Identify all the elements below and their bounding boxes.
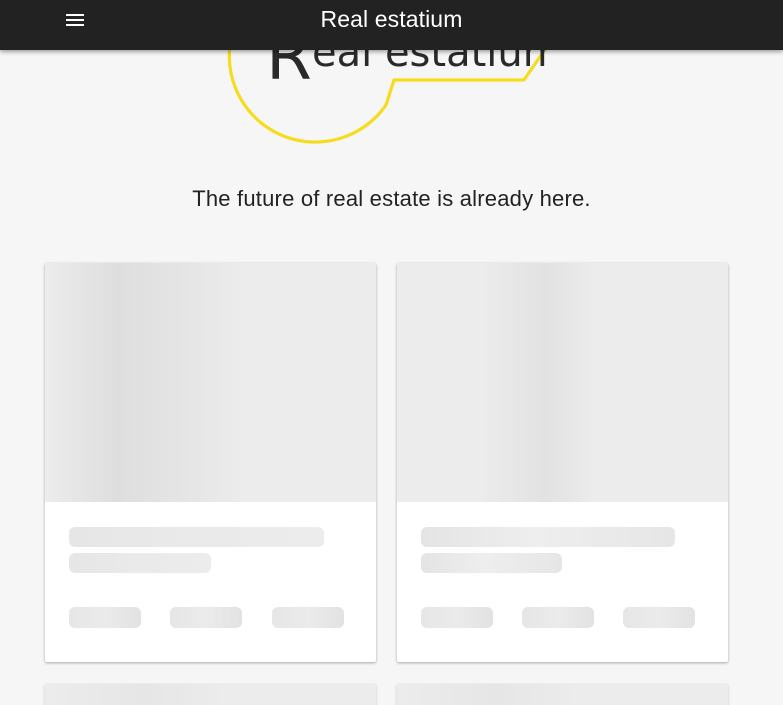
card-title-placeholder: [69, 527, 324, 547]
app-bar: Real estatium: [0, 0, 783, 50]
card-feature-placeholder: [421, 607, 493, 628]
listing-card-skeleton[interactable]: [45, 263, 376, 662]
card-feature-placeholder: [272, 607, 344, 628]
listing-card-skeleton[interactable]: [397, 263, 728, 662]
card-title-placeholder: [421, 527, 675, 547]
card-feature-placeholder: [170, 607, 242, 628]
card-feature-placeholder: [522, 607, 594, 628]
card-image-placeholder: [397, 263, 728, 502]
card-subtitle-placeholder: [421, 553, 562, 573]
listing-card-skeleton-partial[interactable]: [397, 684, 728, 705]
card-subtitle-placeholder: [69, 553, 211, 573]
card-feature-placeholder: [69, 607, 141, 628]
tagline: The future of real estate is already her…: [192, 186, 591, 211]
card-feature-placeholder: [623, 607, 695, 628]
card-image-placeholder: [45, 263, 376, 502]
app-title: Real estatium: [320, 6, 463, 32]
listing-card-skeleton-partial[interactable]: [45, 684, 376, 705]
page: R eal estatium Real estatium The future …: [0, 0, 783, 705]
